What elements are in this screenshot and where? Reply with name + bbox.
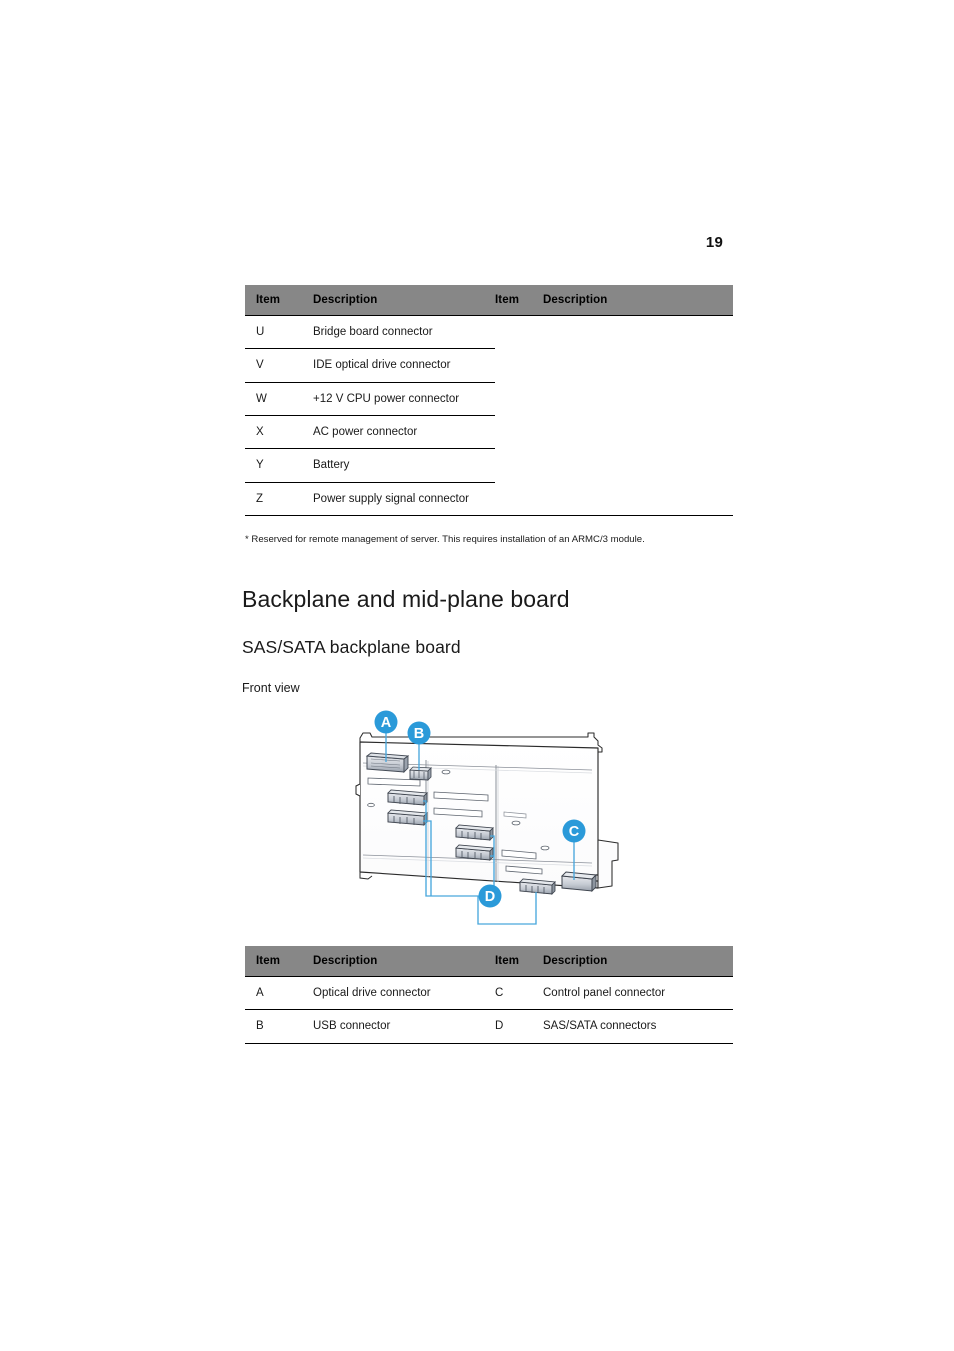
cell-item: W [245,382,313,416]
cell-item-2: C [495,976,543,1011]
backplane-callout-table: Item Description Item Description A Opti… [245,946,733,1044]
callout-label-d: D [485,889,495,905]
table-header-row: Item Description Item Description [245,285,733,316]
control-panel-connector [561,871,597,893]
cell-item-2 [495,382,543,415]
cell-item: X [245,415,313,450]
table-row: Y Battery [245,448,733,483]
cell-item-2 [495,482,543,516]
table-header-row: Item Description Item Description [245,946,733,977]
cell-description-2 [543,349,733,382]
column-header-description-2: Description [543,285,733,316]
table-body: U Bridge board connector V IDE optical d… [245,315,733,516]
section-heading: Backplane and mid-plane board [242,586,570,612]
table-footnote: * Reserved for remote management of serv… [245,534,645,545]
table-row: B USB connector D SAS/SATA connectors [245,1009,733,1044]
cell-item: A [245,976,313,1011]
cell-description: +12 V CPU power connector [313,382,495,416]
cell-item-2: D [495,1009,543,1044]
column-header-description-1: Description [313,946,495,977]
cell-item-2 [495,415,543,448]
table-row: Z Power supply signal connector [245,482,733,516]
callout-label-a: A [381,715,392,731]
cell-item: U [245,315,313,350]
table-header: Item Description Item Description [245,946,733,977]
cell-item-2 [495,449,543,482]
cell-description: Power supply signal connector [313,482,495,516]
cell-description: USB connector [313,1009,495,1044]
sas-sata-connector [455,824,494,842]
column-header-description-2: Description [543,946,733,977]
cell-description-2: Control panel connector [543,976,733,1011]
table-header: Item Description Item Description [245,285,733,316]
column-header-item-1: Item [245,285,313,316]
sas-sata-backplane-diagram: A B C D [330,700,630,940]
cell-item-2 [495,316,543,349]
table-row: X AC power connector [245,415,733,450]
document-page: 19 Item Description Item Description U B… [0,0,954,1351]
cell-description-2 [543,316,733,349]
cell-description-2 [543,382,733,415]
cell-description: Battery [313,448,495,483]
column-header-item-2: Item [495,285,543,316]
cell-item: B [245,1009,313,1044]
table-row: V IDE optical drive connector [245,348,733,383]
backplane-board-body [355,732,619,896]
callout-badge-a: A [374,710,398,734]
cell-description-2: SAS/SATA connectors [543,1009,733,1044]
table-row: U Bridge board connector [245,315,733,350]
cell-description: Optical drive connector [313,976,495,1011]
column-header-item-2: Item [495,946,543,977]
cell-description: IDE optical drive connector [313,348,495,383]
cell-description-2 [543,482,733,516]
column-header-description-1: Description [313,285,495,316]
cell-description: AC power connector [313,415,495,450]
subsection-heading: SAS/SATA backplane board [242,637,461,657]
cell-description: Bridge board connector [313,315,495,350]
sas-sata-connector [519,878,556,896]
sas-sata-connector [387,809,428,827]
cell-item-2 [495,349,543,382]
sas-sata-connector [455,844,494,862]
figure-caption: Front view [242,681,300,695]
callout-label-c: C [569,824,580,840]
mainboard-connector-table: Item Description Item Description U Brid… [245,285,733,516]
callout-badge-d: D [478,884,502,908]
usb-connector [409,766,432,782]
cell-description-2 [543,449,733,482]
callout-badge-b: B [407,721,431,745]
callout-badge-c: C [562,819,586,843]
sas-sata-connector [387,789,428,807]
cell-item: Z [245,482,313,516]
table-row: A Optical drive connector C Control pane… [245,976,733,1011]
cell-item: Y [245,448,313,483]
cell-description-2 [543,415,733,448]
table-row: W +12 V CPU power connector [245,382,733,416]
cell-item: V [245,348,313,383]
optical-drive-connector [365,752,410,774]
page-number: 19 [705,234,723,251]
callout-label-b: B [414,726,424,742]
table-body: A Optical drive connector C Control pane… [245,976,733,1044]
column-header-item-1: Item [245,946,313,977]
